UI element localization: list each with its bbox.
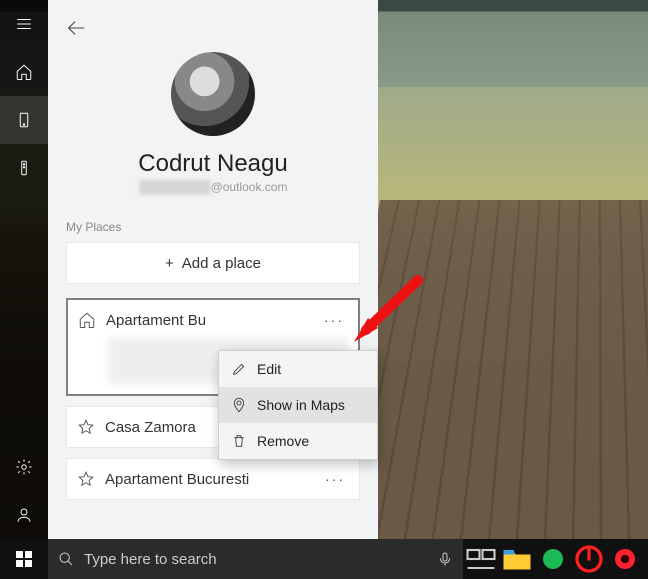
taskbar-app-spotify[interactable]: [535, 539, 571, 579]
profile-email: ████████@outlook.com: [139, 180, 288, 194]
pencil-icon: [231, 361, 247, 377]
place-card[interactable]: Apartament Bucuresti ···: [66, 458, 360, 500]
taskbar-search[interactable]: Type here to search: [48, 539, 463, 579]
rail-account[interactable]: [0, 491, 48, 539]
windows-icon: [16, 551, 32, 567]
task-view-button[interactable]: [463, 539, 499, 579]
folder-icon: [499, 541, 535, 577]
profile-name: Codrut Neagu: [138, 150, 287, 178]
ctx-show-in-maps[interactable]: Show in Maps: [219, 387, 377, 423]
taskbar-app-opera[interactable]: [607, 539, 643, 579]
rail-remote[interactable]: [0, 144, 48, 192]
add-place-button[interactable]: + Add a place: [66, 242, 360, 284]
hamburger-button[interactable]: [0, 0, 48, 48]
home-icon: [15, 63, 33, 81]
pin-icon: [231, 397, 247, 413]
place-title: Apartament Bu: [106, 312, 310, 329]
app-rail: [0, 0, 48, 539]
power-icon: [571, 541, 607, 577]
more-button[interactable]: ···: [321, 465, 349, 493]
ctx-label: Edit: [257, 361, 281, 377]
star-icon: [77, 418, 95, 436]
more-button[interactable]: ···: [320, 306, 348, 334]
place-title: Apartament Bucuresti: [105, 471, 311, 488]
ctx-label: Show in Maps: [257, 397, 345, 413]
search-placeholder: Type here to search: [84, 551, 217, 568]
taskbar-app-explorer[interactable]: [499, 539, 535, 579]
hamburger-icon: [15, 15, 33, 33]
taskbar-app-power[interactable]: [571, 539, 607, 579]
star-icon: [77, 470, 95, 488]
home-icon: [78, 311, 96, 329]
spotify-icon: [543, 549, 563, 569]
account-icon: [15, 506, 33, 524]
ctx-edit[interactable]: Edit: [219, 351, 377, 387]
settings-icon: [15, 458, 33, 476]
search-icon: [58, 551, 74, 567]
rail-device[interactable]: [0, 96, 48, 144]
add-place-label: Add a place: [182, 255, 261, 272]
ctx-remove[interactable]: Remove: [219, 423, 377, 459]
taskbar: Type here to search: [0, 539, 648, 579]
mic-icon[interactable]: [437, 551, 453, 567]
rail-settings[interactable]: [0, 443, 48, 491]
back-arrow-icon: [65, 17, 87, 39]
profile-block: Codrut Neagu ████████@outlook.com: [48, 52, 378, 194]
task-view-icon: [463, 541, 499, 577]
start-button[interactable]: [0, 539, 48, 579]
plus-icon: +: [165, 255, 174, 272]
device-icon: [15, 111, 33, 129]
remote-icon: [15, 159, 33, 177]
ctx-label: Remove: [257, 433, 309, 449]
rail-home[interactable]: [0, 48, 48, 96]
avatar: [171, 52, 255, 136]
back-button[interactable]: [60, 12, 92, 44]
context-menu: Edit Show in Maps Remove: [218, 350, 378, 460]
opera-icon: [615, 549, 635, 569]
trash-icon: [231, 433, 247, 449]
section-label: My Places: [48, 194, 378, 242]
